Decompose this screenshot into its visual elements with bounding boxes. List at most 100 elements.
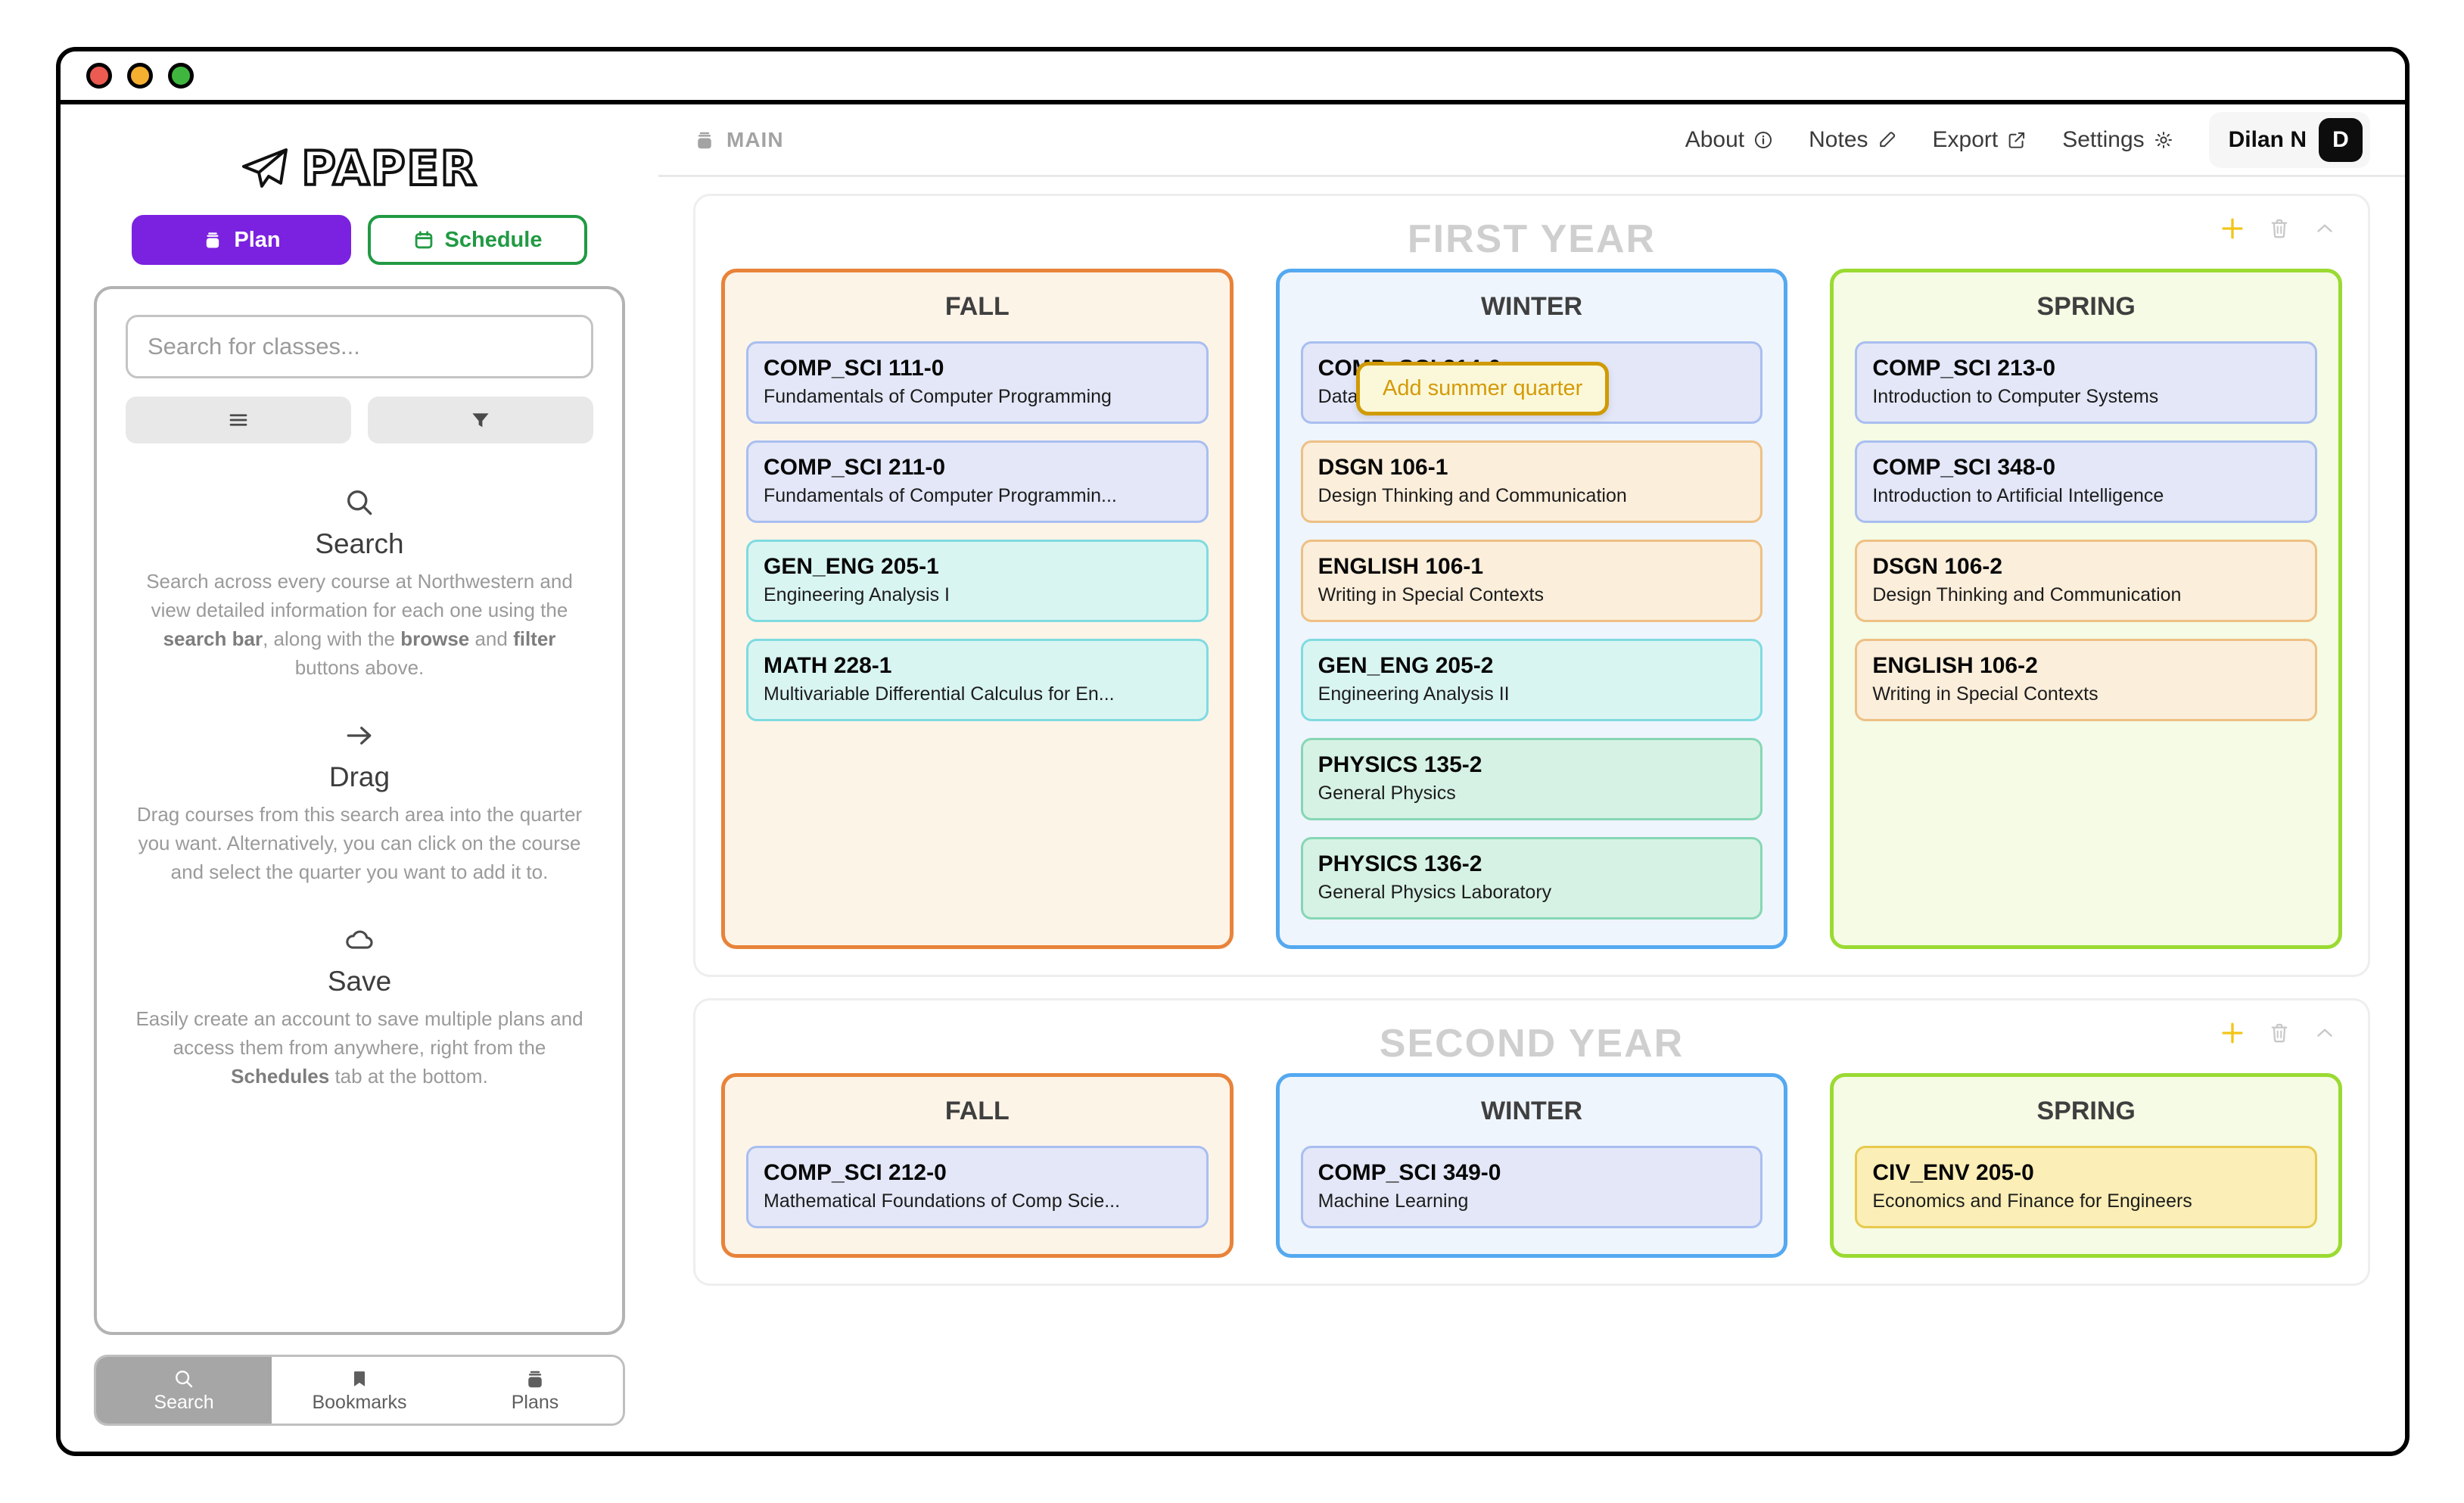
course-title: Fundamentals of Computer Programming xyxy=(764,386,1112,407)
year-tools xyxy=(2218,1019,2338,1047)
course-card[interactable]: CIV_ENV 205-0 Economics and Finance for E… xyxy=(1855,1146,2318,1228)
sidebar: PAPER Plan Schedule Search for classes..… xyxy=(61,104,658,1452)
plan-mode-label: Plan xyxy=(234,227,281,252)
close-window-button[interactable] xyxy=(86,63,112,89)
course-title: Machine Learning xyxy=(1318,1190,1469,1212)
course-code: PHYSICS 135-2 xyxy=(1318,752,1482,777)
course-card[interactable]: PHYSICS 136-2 General Physics Laboratory xyxy=(1300,837,1763,920)
browse-button[interactable] xyxy=(126,397,351,443)
course-card[interactable]: GEN_ENG 205-2 Engineering Analysis II xyxy=(1300,639,1763,721)
add-quarter-button[interactable] xyxy=(2218,1019,2247,1047)
course-card[interactable]: COMP_SCI 213-0 Introduction to Computer S… xyxy=(1855,341,2318,424)
course-code: PHYSICS 136-2 xyxy=(1318,851,1482,876)
minimize-window-button[interactable] xyxy=(127,63,153,89)
calendar-icon xyxy=(415,231,432,249)
course-title: Fundamentals of Computer Programmin... xyxy=(764,485,1117,506)
onboarding-search-text: Search across every course at Northweste… xyxy=(146,570,573,679)
tab-bookmarks-label: Bookmarks xyxy=(312,1391,407,1413)
course-card[interactable]: MATH 228-1 Multivariable Differential Cal… xyxy=(746,639,1209,721)
course-title: General Physics Laboratory xyxy=(1318,882,1552,903)
plan-mode-button[interactable]: Plan xyxy=(132,215,351,265)
quarter-spring[interactable]: SPRING CIV_ENV 205-0 Economics and Finance… xyxy=(1830,1073,2343,1258)
course-code: ENGLISH 106-1 xyxy=(1318,554,1484,579)
tab-search-label: Search xyxy=(154,1391,214,1413)
course-title: Mathematical Foundations of Comp Scie... xyxy=(764,1190,1121,1212)
course-card[interactable]: PHYSICS 135-2 General Physics xyxy=(1300,738,1763,820)
collapse-year-button[interactable] xyxy=(2312,216,2338,241)
top-navigation-bar: MAIN About Notes Export Settings Dilan N… xyxy=(658,104,2405,177)
tab-plans-label: Plans xyxy=(511,1391,559,1413)
year-section: SECOND YEAR FALL COMP_SCI 212-0 Mathematica… xyxy=(693,998,2370,1286)
course-card[interactable]: ENGLISH 106-2 Writing in Special Contexts xyxy=(1855,639,2318,721)
course-code: COMP_SCI 111-0 xyxy=(764,356,944,381)
course-card[interactable]: COMP_SCI 211-0 Fundamentals of Computer P… xyxy=(746,440,1209,523)
export-label: Export xyxy=(1932,126,1999,152)
year-section: FIRST YEAR FALL COMP_SCI 111-0 Fundamentals… xyxy=(693,194,2370,977)
course-title: Writing in Special Contexts xyxy=(1872,683,2098,705)
year-tools xyxy=(2218,214,2338,243)
course-code: COMP_SCI 348-0 xyxy=(1872,455,2056,480)
delete-year-button[interactable] xyxy=(2266,216,2292,241)
list-icon xyxy=(229,414,247,426)
course-card[interactable]: GEN_ENG 205-1 Engineering Analysis I xyxy=(746,540,1209,622)
course-code: MATH 228-1 xyxy=(764,653,892,678)
add-quarter-button[interactable] xyxy=(2218,214,2247,243)
main-content: MAIN About Notes Export Settings Dilan N… xyxy=(658,104,2405,1452)
course-code: COMP_SCI 211-0 xyxy=(764,455,946,480)
course-card[interactable]: COMP_SCI 349-0 Machine Learning xyxy=(1300,1146,1763,1228)
plan-name-label: MAIN xyxy=(726,127,784,151)
bookmark-icon xyxy=(354,1371,365,1386)
course-card[interactable]: COMP_SCI 111-0 Fundamentals of Computer P… xyxy=(746,341,1209,424)
course-title: General Physics xyxy=(1318,783,1456,804)
tab-plans[interactable]: Plans xyxy=(447,1357,623,1424)
course-title: Engineering Analysis I xyxy=(764,584,950,605)
window-body: PAPER Plan Schedule Search for classes..… xyxy=(61,104,2405,1452)
quarter-title: WINTER xyxy=(1480,292,1583,321)
quarter-row: FALL COMP_SCI 212-0 Mathematical Foundatio… xyxy=(721,1073,2343,1258)
onboarding-save-title: Save xyxy=(327,965,392,997)
edit-icon xyxy=(1879,131,1895,147)
course-card[interactable]: DSGN 106-2 Design Thinking and Communicat… xyxy=(1855,540,2318,622)
course-card[interactable]: ENGLISH 106-1 Writing in Special Contexts xyxy=(1300,540,1763,622)
course-title: Introduction to Artificial Intelligence xyxy=(1872,485,2164,506)
course-code: COMP_SCI 213-0 xyxy=(1872,356,2056,381)
course-code: DSGN 106-1 xyxy=(1318,455,1448,480)
info-icon xyxy=(1755,131,1772,148)
year-title: SECOND YEAR xyxy=(1379,1022,1685,1066)
course-card[interactable]: DSGN 106-1 Design Thinking and Communicat… xyxy=(1300,440,1763,523)
user-name-label: Dilan N xyxy=(2228,126,2307,152)
notes-button[interactable]: Notes xyxy=(1809,127,1897,153)
tab-search[interactable]: Search xyxy=(96,1357,272,1424)
filter-button[interactable] xyxy=(368,397,593,443)
quarter-fall[interactable]: FALL COMP_SCI 212-0 Mathematical Foundatio… xyxy=(721,1073,1234,1258)
course-card[interactable]: COMP_SCI 212-0 Mathematical Foundations o… xyxy=(746,1146,1209,1228)
course-title: Engineering Analysis II xyxy=(1318,683,1510,705)
collapse-year-button[interactable] xyxy=(2312,1020,2338,1046)
quarter-fall[interactable]: FALL COMP_SCI 111-0 Fundamentals of Comput… xyxy=(721,269,1234,949)
maximize-window-button[interactable] xyxy=(168,63,194,89)
course-title: Design Thinking and Communication xyxy=(1318,485,1627,506)
search-input[interactable] xyxy=(126,315,593,378)
app-name: PAPER xyxy=(300,139,478,198)
quarter-title: WINTER xyxy=(1480,1097,1583,1125)
cloud-icon xyxy=(126,923,593,957)
export-button[interactable]: Export xyxy=(1933,127,2028,153)
course-code: CIV_ENV 205-0 xyxy=(1872,1160,2034,1185)
external-link-icon xyxy=(2008,132,2025,148)
course-code: DSGN 106-2 xyxy=(1872,554,2003,579)
quarter-winter[interactable]: WINTER COMP_SCI 349-0 Machine Learning xyxy=(1275,1073,1788,1258)
delete-year-button[interactable] xyxy=(2266,1020,2292,1046)
search-panel: Search Search across every course at Nor… xyxy=(94,286,625,1335)
course-title: Design Thinking and Communication xyxy=(1872,584,2182,605)
current-plan-name[interactable]: MAIN xyxy=(693,128,784,152)
course-card[interactable]: COMP_SCI 348-0 Introduction to Artificial… xyxy=(1855,440,2318,523)
quarter-spring[interactable]: SPRING COMP_SCI 213-0 Introduction to Comp… xyxy=(1830,269,2343,949)
schedule-mode-button[interactable]: Schedule xyxy=(368,215,587,265)
user-menu[interactable]: Dilan N D xyxy=(2208,111,2370,168)
tab-bookmarks[interactable]: Bookmarks xyxy=(272,1357,447,1424)
settings-button[interactable]: Settings xyxy=(2062,127,2173,153)
about-button[interactable]: About xyxy=(1685,127,1774,153)
stack-icon xyxy=(207,232,219,248)
course-code: ENGLISH 106-2 xyxy=(1872,653,2038,678)
course-code: GEN_ENG 205-1 xyxy=(764,554,939,579)
